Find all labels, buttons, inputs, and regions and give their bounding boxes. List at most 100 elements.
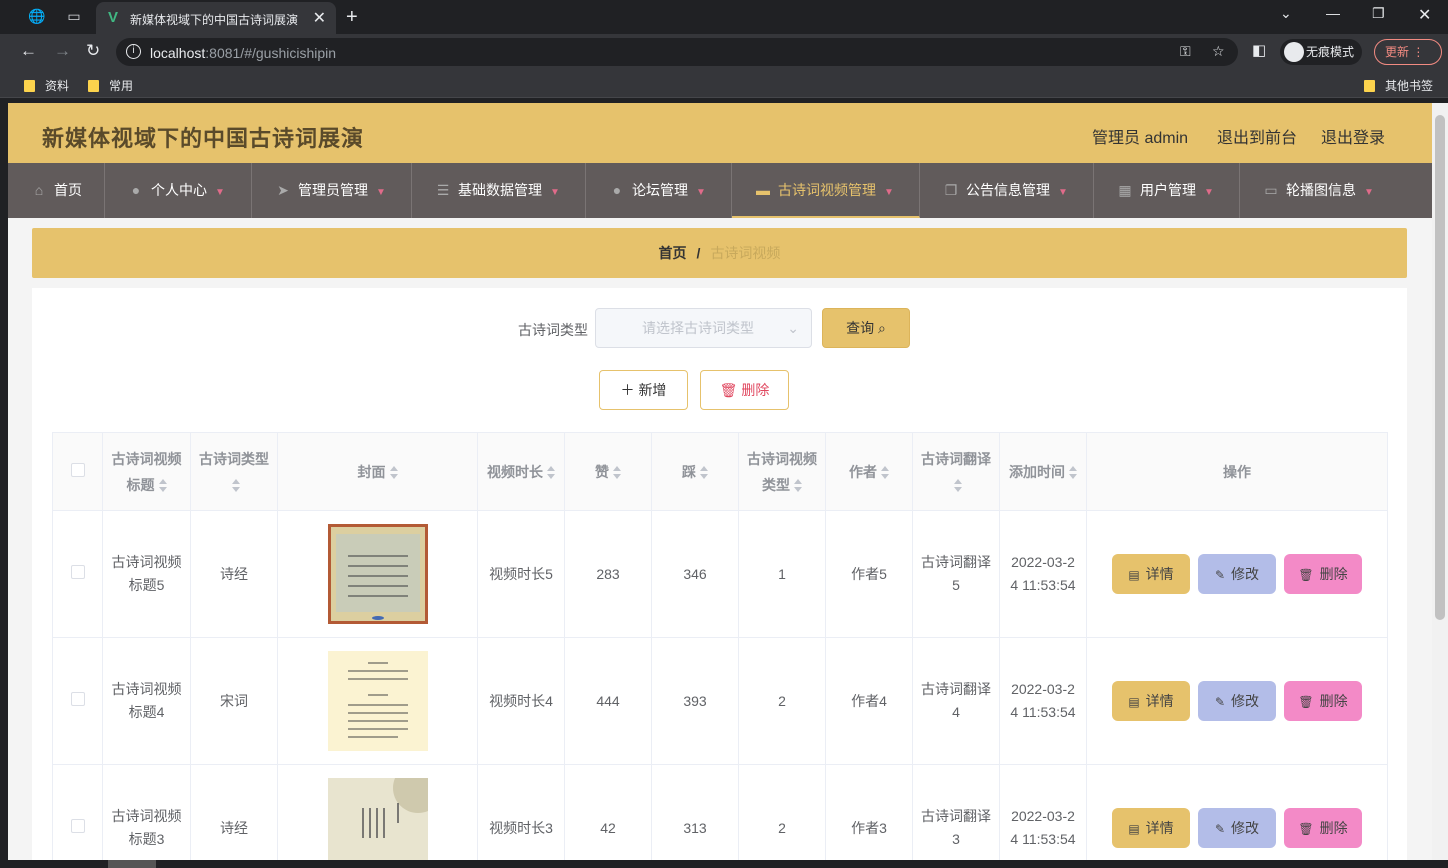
row-checkbox[interactable]	[70, 818, 85, 833]
close-window-icon[interactable]: ✕	[1418, 5, 1431, 25]
menu-item-forum[interactable]: ● 论坛管理 ▼	[586, 163, 732, 218]
col-cover[interactable]: 封面	[277, 432, 478, 511]
logout-link[interactable]: 退出登录	[1321, 124, 1385, 148]
sidepanel-icon[interactable]: ◧	[1252, 41, 1266, 59]
sort-icon[interactable]	[158, 478, 167, 493]
query-button[interactable]: 查询 ⌕	[822, 308, 910, 348]
sliders-icon: ☰	[436, 182, 450, 198]
sort-icon[interactable]	[881, 465, 889, 480]
page-scrollbar[interactable]	[1432, 103, 1448, 860]
col-author[interactable]: 作者	[825, 432, 913, 511]
menu-item-basic-data[interactable]: ☰ 基础数据管理 ▼	[412, 163, 586, 218]
cell-duration: 视频时长3	[477, 764, 565, 860]
add-button[interactable]: ＋ 新增	[599, 370, 688, 410]
filter-label: 古诗词类型	[518, 322, 588, 338]
globe-icon[interactable]: 🌐	[28, 8, 45, 24]
browser-tab-active[interactable]: V 新媒体视域下的中国古诗词展演 ✕	[96, 2, 336, 34]
menu-item-admins[interactable]: ➤ 管理员管理 ▼	[252, 163, 412, 218]
edit-button[interactable]: ✎ 修改	[1198, 808, 1276, 848]
chevron-down-icon: ▼	[1364, 187, 1374, 198]
menu-item-poetry-video[interactable]: ▬ 古诗词视频管理 ▼	[732, 163, 920, 218]
chevron-down-icon[interactable]: ⌄	[1280, 5, 1292, 22]
col-video-type[interactable]: 古诗词视频类型	[738, 432, 826, 511]
delete-button[interactable]: 🗑 删除	[1284, 681, 1362, 721]
menu-item-notices[interactable]: ❐ 公告信息管理 ▼	[920, 163, 1094, 218]
taskbar-item[interactable]	[108, 860, 156, 868]
reload-icon[interactable]: ↻	[86, 41, 100, 61]
user-icon: ●	[612, 182, 622, 198]
col-dislikes[interactable]: 踩	[651, 432, 739, 511]
exit-to-front-link[interactable]: 退出到前台	[1217, 124, 1297, 148]
cell-dislikes: 346	[651, 510, 739, 638]
menu-item-carousel[interactable]: ▭ 轮播图信息 ▼	[1240, 163, 1432, 218]
bookmark-folder[interactable]: 常用	[88, 77, 133, 94]
edit-button[interactable]: ✎ 修改	[1198, 681, 1276, 721]
sort-icon[interactable]	[389, 465, 398, 480]
detail-button[interactable]: ▤ 详情	[1112, 554, 1190, 594]
sort-icon[interactable]	[547, 465, 555, 480]
sort-icon[interactable]	[700, 465, 708, 480]
chevron-down-icon: ▼	[215, 187, 225, 198]
cell-actions: ▤ 详情 ✎ 修改 🗑 删除	[1086, 764, 1388, 860]
card-icon: ▭	[1264, 182, 1278, 198]
edit-button[interactable]: ✎ 修改	[1198, 554, 1276, 594]
sort-icon[interactable]	[232, 478, 240, 493]
chevron-down-icon: ▼	[884, 187, 894, 198]
col-type[interactable]: 古诗词类型	[190, 432, 278, 511]
table-header-row: 古诗词视频标题 古诗词类型 封面 视频时长 赞 踩 古诗词视频类型 作者 古诗词…	[52, 432, 1388, 511]
select-all-checkbox[interactable]	[70, 462, 85, 477]
chevron-down-icon: ▼	[376, 187, 386, 198]
star-icon[interactable]: ☆	[1212, 43, 1225, 60]
table-row: 古诗词视频标题4 宋词 视频时长4 444 393 2 作者4 古诗词翻译4 2…	[52, 637, 1388, 765]
new-tab-icon[interactable]: +	[346, 6, 358, 29]
cell-translation: 古诗词翻译5	[912, 510, 1000, 638]
detail-button[interactable]: ▤ 详情	[1112, 681, 1190, 721]
update-button[interactable]: 更新 ⋮	[1374, 39, 1442, 65]
row-checkbox[interactable]	[70, 691, 85, 706]
menu-item-profile[interactable]: ● 个人中心 ▼	[105, 163, 252, 218]
col-translation[interactable]: 古诗词翻译	[912, 432, 1000, 511]
col-duration[interactable]: 视频时长	[477, 432, 565, 511]
admin-label: 管理员 admin	[1092, 130, 1189, 147]
cell-added-time: 2022-03-24 11:53:54	[999, 764, 1087, 860]
minimize-icon[interactable]: —	[1326, 5, 1340, 21]
cell-cover	[277, 637, 478, 765]
col-title[interactable]: 古诗词视频标题	[102, 432, 191, 511]
info-icon[interactable]: i	[126, 44, 141, 59]
breadcrumb-home[interactable]: 首页	[659, 245, 687, 261]
detail-button[interactable]: ▤ 详情	[1112, 808, 1190, 848]
key-icon[interactable]: ⚿	[1180, 43, 1191, 60]
delete-button[interactable]: 🗑 删除	[1284, 808, 1362, 848]
chevron-down-icon: ▼	[1204, 187, 1214, 198]
url-text[interactable]: localhost:8081/#/gushicishipin	[150, 45, 336, 61]
col-added-time[interactable]: 添加时间	[999, 432, 1087, 511]
back-icon[interactable]: ←	[20, 41, 37, 61]
cover-image[interactable]	[327, 778, 428, 860]
tab-icon[interactable]: ▭	[66, 8, 82, 24]
cover-image[interactable]	[327, 651, 428, 751]
bookmark-folder[interactable]: 资料	[24, 77, 69, 94]
poetry-type-select[interactable]: 请选择古诗词类型 ⌄	[595, 308, 812, 348]
other-bookmarks[interactable]: 其他书签	[1364, 77, 1433, 94]
close-tab-icon[interactable]: ✕	[313, 8, 326, 28]
sort-icon[interactable]	[1069, 465, 1077, 480]
menu-item-users[interactable]: ▦ 用户管理 ▼	[1094, 163, 1240, 218]
cell-likes: 444	[564, 637, 652, 765]
cover-image[interactable]	[327, 524, 428, 624]
menu-item-home[interactable]: ⌂ 首页	[8, 163, 105, 218]
col-likes[interactable]: 赞	[564, 432, 652, 511]
delete-button[interactable]: 🗑 删除	[1284, 554, 1362, 594]
restore-icon[interactable]: ❐	[1372, 5, 1385, 22]
row-checkbox[interactable]	[70, 564, 85, 579]
incognito-badge[interactable]: 无痕模式	[1280, 39, 1363, 65]
table-row: 古诗词视频标题3 诗经 视频时长3 42 313 2 作者3 古诗词翻译3 20…	[52, 764, 1388, 860]
scrollbar-thumb[interactable]	[1435, 115, 1445, 620]
forward-icon[interactable]: →	[54, 41, 71, 61]
sort-icon[interactable]	[954, 478, 962, 493]
batch-delete-button[interactable]: 🗑 删除	[700, 370, 789, 410]
cell-translation: 古诗词翻译4	[912, 637, 1000, 765]
tab-title: 新媒体视域下的中国古诗词展演	[130, 13, 299, 27]
sort-icon[interactable]	[794, 478, 802, 493]
address-bar[interactable]: i localhost:8081/#/gushicishipin ⚿ ☆	[116, 38, 1238, 66]
sort-icon[interactable]	[613, 465, 621, 480]
